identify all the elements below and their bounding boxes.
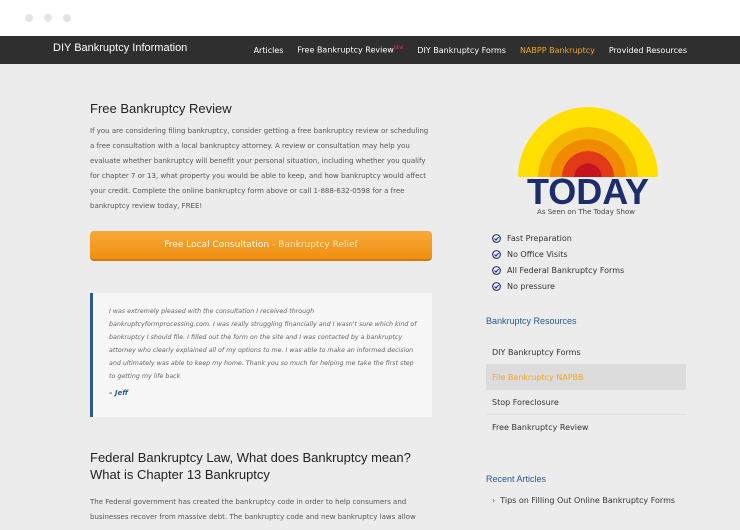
feature-label: All Federal Bankruptcy Forms [507,265,625,275]
recent-articles-list: › Tips on Filling Out Online Bankruptcy F… [492,496,686,505]
today-show-logo: TODAY [518,107,658,210]
nav-menu: Articles Free Bankruptcy ReviewNEW DIY B… [240,36,687,64]
resources-list: DIY Bankruptcy Forms File Bankruptcy NAP… [486,340,686,439]
cta-sublabel: - Bankruptcy Relief [272,240,358,250]
section-title: Federal Bankruptcy Law, What does Bankru… [90,450,411,482]
cta-label: Free Local Consultation [164,240,270,250]
browser-chrome [0,0,740,36]
window-dot [25,14,33,22]
chevron-right-icon: › [492,496,496,505]
intro-paragraph: If you are considering filing bankruptcy… [90,127,429,210]
resource-link[interactable]: Stop Foreclosure [486,389,686,414]
feature-item: All Federal Bankruptcy Forms [492,262,624,278]
new-badge: NEW [393,45,404,51]
feature-label: No Office Visits [507,249,568,259]
check-circle-icon [492,249,501,259]
nav-item-nabpp[interactable]: NABPP Bankruptcy [520,46,595,55]
recent-articles-heading: Recent Articles [486,474,547,484]
feature-item: No pressure [492,278,624,294]
resource-link-active[interactable]: File Bankruptcy NAPBB [486,364,686,389]
section-paragraph: The Federal government has created the b… [90,498,416,521]
site-brand[interactable]: DIY Bankruptcy Information [53,42,187,54]
testimonial-author: – Jeff [109,389,129,397]
feature-item: No Office Visits [492,246,624,262]
nav-item-free-review[interactable]: Free Bankruptcy ReviewNEW [297,45,403,55]
feature-item: Fast Preparation [492,230,624,246]
resource-link[interactable]: DIY Bankruptcy Forms [486,340,686,364]
testimonial: I was extremely pleased with the consult… [90,293,432,417]
check-circle-icon [492,265,501,275]
feature-list: Fast Preparation No Office Visits All Fe… [492,230,624,294]
top-navbar: DIY Bankruptcy Information Articles Free… [0,36,740,64]
window-dot [63,14,71,22]
main-content: Free Bankruptcy Review If you are consid… [90,86,432,525]
check-circle-icon [492,233,501,243]
as-seen-caption: As Seen on The Today Show [537,208,635,216]
page-title: Free Bankruptcy Review [90,101,232,116]
recent-article-item[interactable]: › Tips on Filling Out Online Bankruptcy F… [492,496,686,505]
recent-article-label: Tips on Filling Out Online Bankruptcy Fo… [500,496,676,505]
nav-item-diy-forms[interactable]: DIY Bankruptcy Forms [417,46,506,55]
feature-label: Fast Preparation [507,233,572,243]
nav-item-articles[interactable]: Articles [254,46,284,55]
free-consultation-button[interactable]: Free Local Consultation - Bankruptcy Rel… [90,231,432,261]
resources-heading: Bankruptcy Resources [486,316,577,326]
resource-link[interactable]: Free Bankruptcy Review [486,414,686,439]
window-dot [44,14,52,22]
check-circle-icon [492,281,501,291]
feature-label: No pressure [507,281,555,291]
testimonial-text: I was extremely pleased with the consult… [109,308,417,380]
nav-item-resources[interactable]: Provided Resources [609,46,687,55]
logo-text: TODAY [527,171,649,210]
nav-item-label: Free Bankruptcy Review [297,45,394,55]
